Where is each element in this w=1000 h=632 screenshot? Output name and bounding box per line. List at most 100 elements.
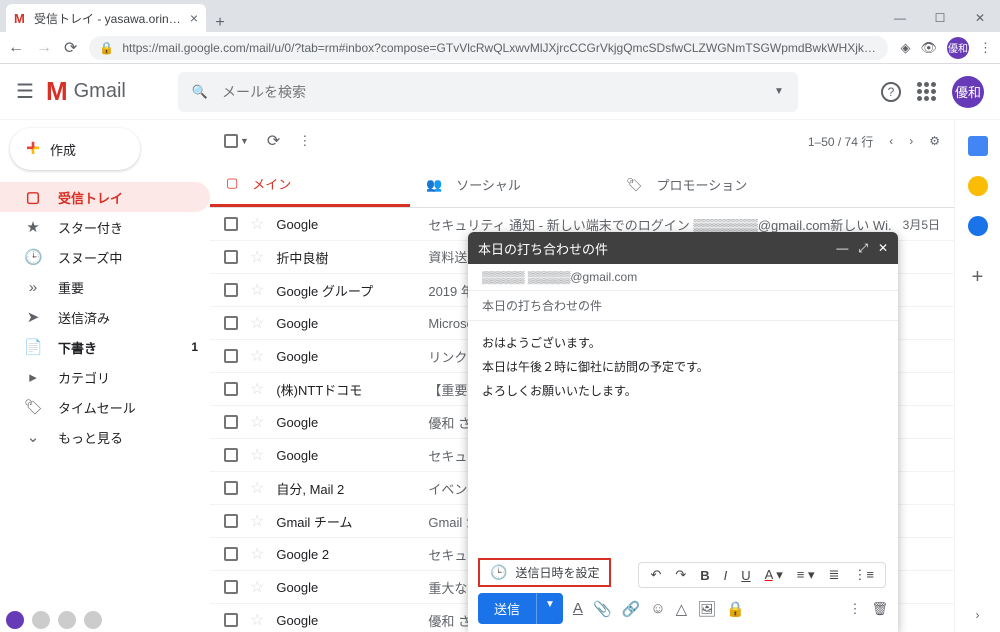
refresh-button[interactable]: ⟳ [267,131,280,151]
hangouts-avatar[interactable] [6,611,24,629]
star-icon[interactable]: ☆ [250,346,264,366]
sidebar-item-スヌーズ中[interactable]: 🕒スヌーズ中 [0,242,210,272]
collapse-panel-icon[interactable]: › [976,608,980,622]
sidebar-item-スター付き[interactable]: ★スター付き [0,212,210,242]
italic-icon[interactable]: I [721,568,731,583]
send-button[interactable]: 送信 [478,593,536,624]
calendar-app-icon[interactable] [968,136,988,156]
sidebar-item-下書き[interactable]: 📄下書き1 [0,332,210,362]
sidebar-item-送信済み[interactable]: ➤送信済み [0,302,210,332]
star-icon[interactable]: ☆ [250,478,264,498]
emoji-icon[interactable]: ☺ [650,600,665,618]
bullet-list-icon[interactable]: ⋮≡ [850,567,877,583]
keep-app-icon[interactable] [968,176,988,196]
account-avatar[interactable]: 優和 [952,76,984,108]
row-checkbox[interactable] [224,481,238,495]
row-checkbox[interactable] [224,349,238,363]
window-minimize[interactable]: ― [880,4,920,32]
attachment-icon[interactable]: 📎 [593,600,612,618]
new-tab-button[interactable]: + [206,14,234,32]
expand-icon[interactable]: ⤢ [858,241,868,256]
schedule-send-button[interactable]: 🕒 送信日時を設定 [478,558,611,587]
bold-icon[interactable]: B [697,568,712,583]
subject-field[interactable]: 本日の打ち合わせの件 [468,291,898,321]
compose-titlebar[interactable]: 本日の打ち合わせの件 — ⤢ ✕ [468,232,898,264]
more-options-icon[interactable]: ⋮ [848,601,861,617]
row-checkbox[interactable] [224,250,238,264]
prev-page-button[interactable]: ‹ [889,134,893,148]
to-field[interactable]: ▒▒▒▒▒ ▒▒▒▒▒@gmail.com [468,264,898,291]
sidebar-item-重要[interactable]: »重要 [0,272,210,302]
window-maximize[interactable]: ☐ [920,4,960,32]
row-checkbox[interactable] [224,448,238,462]
next-page-button[interactable]: › [909,134,913,148]
row-checkbox[interactable] [224,580,238,594]
row-checkbox[interactable] [224,316,238,330]
confidential-icon[interactable]: 🔒 [726,600,745,618]
compose-body[interactable]: おはようございます。本日は午後２時に御社に訪問の予定です。よろしくお願いいたしま… [468,321,898,550]
sidebar-item-タイムセール[interactable]: 🏷タイムセール [0,392,210,422]
undo-icon[interactable]: ↶ [647,567,664,583]
help-icon[interactable]: ? [881,82,901,102]
reload-button[interactable]: ⟳ [64,38,77,58]
row-checkbox[interactable] [224,217,238,231]
search-input[interactable] [222,84,760,100]
star-icon[interactable]: ☆ [250,247,264,267]
sidebar-item-もっと見る[interactable]: ⌄もっと見る [0,422,210,452]
eye-icon[interactable]: 👁 [920,40,937,56]
hangouts-phone-icon[interactable] [84,611,102,629]
select-all[interactable]: ▼ [224,134,249,148]
browser-tab[interactable]: M 受信トレイ - yasawa.orinaka@gm... × [6,4,206,32]
drive-icon[interactable]: △ [676,600,688,618]
hangouts-contacts-icon[interactable] [32,611,50,629]
link-icon[interactable]: 🔗 [622,600,641,618]
align-icon[interactable]: ≡ ▾ [794,567,818,583]
row-checkbox[interactable] [224,415,238,429]
close-icon[interactable]: ✕ [878,241,888,256]
back-button[interactable]: ← [8,39,24,57]
row-checkbox[interactable] [224,547,238,561]
star-icon[interactable]: ☆ [250,610,264,630]
apps-grid-icon[interactable] [917,82,936,101]
browser-menu-icon[interactable]: ⋮ [979,40,992,56]
row-checkbox[interactable] [224,613,238,627]
more-button[interactable]: ⋮ [298,133,311,149]
search-options-icon[interactable]: ▼ [774,86,784,97]
send-options-button[interactable]: ▼ [536,593,563,624]
star-icon[interactable]: ☆ [250,544,264,564]
tasks-app-icon[interactable] [968,216,988,236]
format-icon[interactable]: A [573,600,583,618]
star-icon[interactable]: ☆ [250,577,264,597]
settings-gear-icon[interactable]: ⚙ [929,134,940,148]
sidebar-item-受信トレイ[interactable]: ▢受信トレイ [0,182,210,212]
star-icon[interactable]: ☆ [250,412,264,432]
ordered-list-icon[interactable]: ≣ [826,567,843,583]
gmail-logo[interactable]: M Gmail [46,76,126,107]
photo-icon[interactable]: 🖼 [697,600,716,618]
hamburger-icon[interactable]: ☰ [16,79,34,104]
sidebar-item-カテゴリ[interactable]: ▸カテゴリ [0,362,210,392]
tab-プロモーション[interactable]: 🏷プロモーション [610,162,810,207]
minimize-icon[interactable]: — [836,241,848,256]
hangouts-chat-icon[interactable] [58,611,76,629]
add-app-icon[interactable]: + [972,266,984,289]
forward-button[interactable]: → [36,39,52,57]
row-checkbox[interactable] [224,514,238,528]
underline-icon[interactable]: U [738,568,753,583]
text-color-icon[interactable]: A ▾ [762,567,786,583]
close-icon[interactable]: × [190,10,198,26]
star-icon[interactable]: ☆ [250,313,264,333]
discard-icon[interactable]: 🗑 [871,601,888,617]
extension-icon[interactable]: ◈ [900,40,910,56]
profile-badge[interactable]: 優和 [947,37,969,59]
star-icon[interactable]: ☆ [250,280,264,300]
window-close[interactable]: ✕ [960,4,1000,32]
row-checkbox[interactable] [224,283,238,297]
row-checkbox[interactable] [224,382,238,396]
star-icon[interactable]: ☆ [250,214,264,234]
compose-button[interactable]: + 作成 [10,128,140,170]
tab-ソーシャル[interactable]: 👥ソーシャル [410,162,610,207]
star-icon[interactable]: ☆ [250,445,264,465]
tab-メイン[interactable]: ▢メイン [210,162,410,207]
star-icon[interactable]: ☆ [250,379,264,399]
